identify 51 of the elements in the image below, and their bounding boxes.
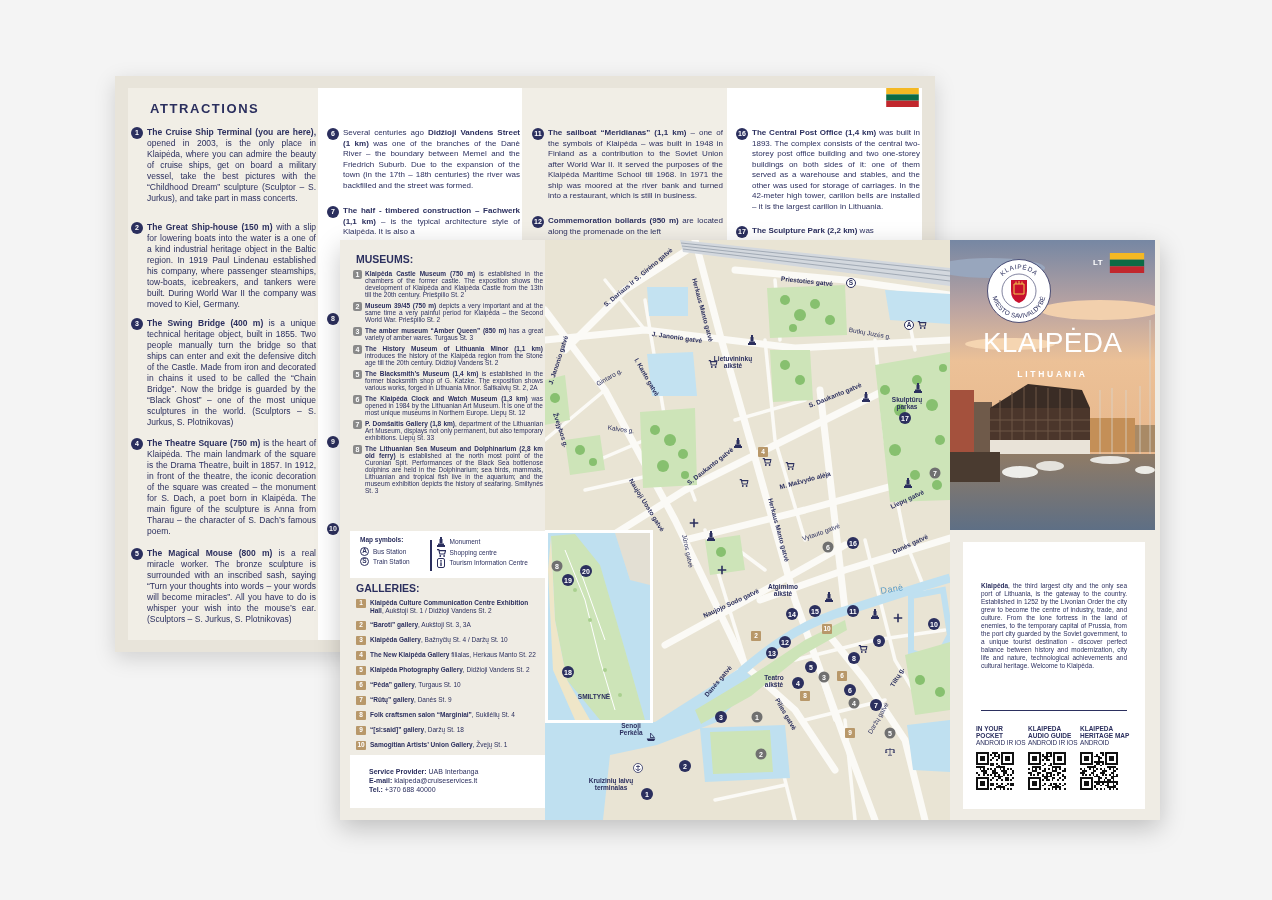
sailboat-icon <box>646 733 656 741</box>
harbor-water <box>907 720 950 772</box>
river-label: Danė <box>879 582 905 596</box>
monument-icon <box>825 592 833 602</box>
monument-icon <box>437 537 445 547</box>
section-heading: ATTRACTIONS <box>150 102 261 115</box>
cover-subtitle: LITHUANIA <box>1017 369 1088 379</box>
monument-icon <box>914 383 922 393</box>
qr-code-icon <box>1080 752 1118 790</box>
flag-icon <box>885 88 920 107</box>
attraction-description: Several centuries ago Didžioji Vandens Street (1 km) was one of the branches of the Danė River – the boundary between Memel and the Friedrich Suburb. Due to the expansion of the town (in the 17th – 18th centuries) the river was backfilled and the street was formed. <box>343 128 520 191</box>
monument-icon <box>871 609 879 619</box>
attraction-description: The Cruise Ship Terminal (you are here), opened in 2003, is the only place in Klaipėda, where you can admire the beauty of cruise ships, get on board a military vessel, take the best pictures with the “Childhood Dream” sculpture (Sculptor – S. Jurkus), and take part in mass concerts. <box>147 127 316 204</box>
attraction-description: The half - timbered construction – Fachwerk (1,1 km) – is the typical architecture style of Klaipėda. It is also a <box>343 206 520 238</box>
scales-icon <box>885 748 895 756</box>
shopping-cart-icon <box>858 645 868 653</box>
monument-icon <box>862 392 870 402</box>
shopping-cart-icon <box>762 458 772 466</box>
shopping-cart-icon <box>739 479 749 487</box>
cross-icon <box>717 565 727 575</box>
language-code: LT <box>1093 259 1103 267</box>
qr-code-icon <box>1028 752 1066 790</box>
monument-icon <box>707 531 715 541</box>
monument-icon <box>904 478 912 488</box>
attraction-description: Commemoration bollards (950 m) are located along the promenade on the left <box>548 216 723 237</box>
flag-icon <box>1109 253 1145 273</box>
park <box>565 435 605 475</box>
attraction-description: The Theatre Square (750 m) is the heart of Klaipėda. The main landmark of the square is the Drama Theatre, built in 1857. In 1912, in front of the theatre, the iconic decoration of the square was created – the monument for S. Dach, a poet born in Klaipėda. The main figure of the sculpture is Anna from Tharau – the character of S. Dach’s famous poem. <box>147 438 316 537</box>
attraction-description: The Great Ship-house (150 m) with a slip for lowering boats into the water is a one of a kind industrial heritage object in the Baltic region. In 1919 Paul Lindenau established his company, where passenger steamships, tow-boats, icebreakers, and tankers were built. During World War II the company was moved to Kiel, Germany. <box>147 222 316 310</box>
cross-icon <box>689 518 699 528</box>
section-heading: MUSEUMS: <box>356 254 415 265</box>
cover-title: KLAIPĖDA <box>982 328 1123 358</box>
shopping-cart-icon <box>785 462 795 470</box>
attraction-description: The Magical Mouse (800 m) is a real miracle worker. The bronze sculpture is surrounded with an inscribed sash, saying “Turn your thoughts into words – your words will become miracles”. All you have to do is whisper your wish into the mouse’s ear. (Sculptors – S. Jurkus, S. Plotnikovas) <box>147 548 316 625</box>
pond <box>647 352 697 396</box>
info-icon <box>437 558 445 568</box>
monument-icon <box>748 335 756 345</box>
pond <box>647 287 688 316</box>
qr-code-icon <box>976 752 1014 790</box>
attraction-description: The sailboat “Meridianas” (1,1 km) – one of the symbols of Klaipėda – was built in 1948 in Finland as a contribution to the Soviet Union after World War II. It served the purposes of the Klaipėda Maritime School till 1968. In 1971 the ship was moored at the river bank and turned into a restaurant, which is still in business. <box>548 128 723 202</box>
park <box>705 535 745 575</box>
attraction-description: The Central Post Office (1,4 km) was built in 1893. The complex consists of the central two-storey post office building and two one-storey buildings on both sides of it: one of them served as a warehouse and stables, and the other was used for storage of carriages. In the 42-meter high tower, carillon bells are installed – it is the largest carillon in Lithuania. <box>752 128 920 212</box>
section-heading: GALLERIES: <box>356 583 421 594</box>
shopping-cart-icon <box>917 321 927 329</box>
monument-icon <box>734 438 742 448</box>
attraction-description: The Swing Bridge (400 m) is a unique technical heritage object, built in 1855. Two people manually turn the bridge so that ships can enter and exit the defensive ditch of the Castle. Made from iron and decorated in chains it used to be called the “Chain Bridge”. Now the bridge is guarded by the “Black Ghost” – one of the most unique sculptures in the world. (Sculptors – S. Jurkus, S. Plotnikovas) <box>147 318 316 428</box>
harbor-water <box>885 290 950 324</box>
shopping-cart-icon <box>436 548 446 557</box>
attraction-description: The Sculpture Park (2,2 km) was <box>752 226 875 237</box>
anchor-icon <box>633 763 643 773</box>
cross-icon <box>893 613 903 623</box>
